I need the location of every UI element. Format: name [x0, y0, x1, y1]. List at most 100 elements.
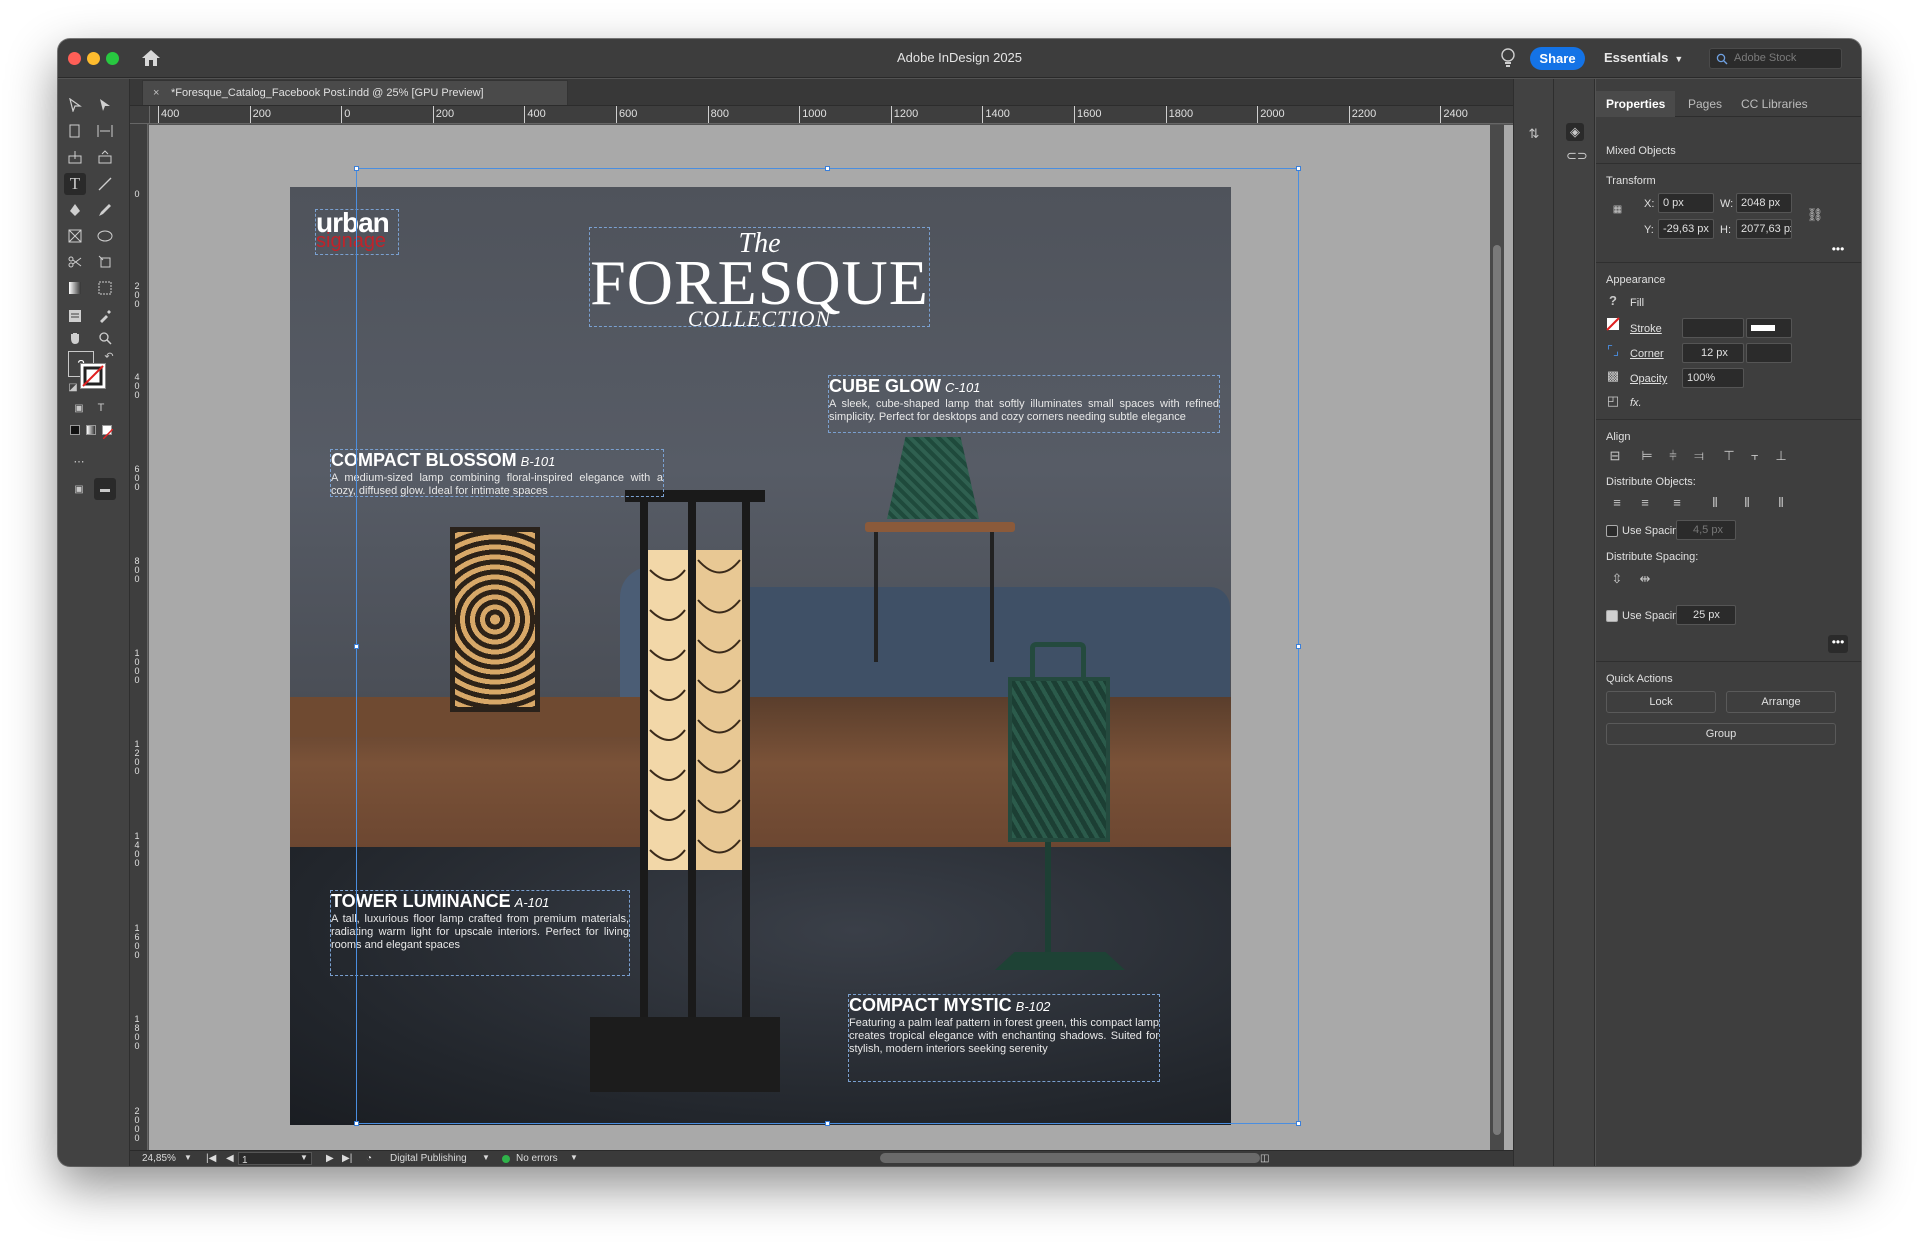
compact-mystic-lamp-image[interactable]: [1008, 677, 1110, 842]
vertical-ruler[interactable]: 0 200 400 600 800 1000 1200 1400 1600 1800 2000: [130, 124, 148, 1150]
distribute-right-icon[interactable]: ⫴: [1772, 494, 1790, 512]
eyedropper-tool-icon[interactable]: [94, 305, 116, 327]
x-position-field[interactable]: 0 px: [1658, 193, 1714, 213]
tab-cc-libraries[interactable]: CC Libraries: [1731, 91, 1818, 117]
page-dropdown-icon[interactable]: ▼: [300, 1153, 308, 1162]
stroke-label[interactable]: Stroke: [1630, 323, 1662, 335]
product-tower-luminance[interactable]: TOWER LUMINANCE A-101 A tall, luxurious f…: [330, 890, 630, 976]
align-left-icon[interactable]: ⊨: [1638, 447, 1656, 465]
distribute-bottom-icon[interactable]: ≡: [1668, 494, 1686, 512]
gradient-feather-tool-icon[interactable]: [94, 277, 116, 299]
pencil-tool-icon[interactable]: [94, 199, 116, 221]
horizontal-scrollbar[interactable]: [880, 1153, 1260, 1163]
note-tool-icon[interactable]: [64, 305, 86, 327]
document-tab[interactable]: × *Foresque_Catalog_Facebook Post.indd @…: [142, 80, 568, 105]
screen-mode-icon[interactable]: ⋯: [68, 450, 90, 472]
y-position-field[interactable]: -29,63 px: [1658, 219, 1714, 239]
vertical-scrollbar[interactable]: [1490, 125, 1504, 1150]
adobe-stock-search[interactable]: Adobe Stock: [1709, 48, 1842, 69]
next-page-icon[interactable]: ▶: [326, 1153, 334, 1164]
corner-size-field[interactable]: 12 px: [1682, 343, 1744, 363]
ellipse-tool-icon[interactable]: [94, 225, 116, 247]
align-more-icon[interactable]: •••: [1828, 635, 1848, 653]
swap-fill-stroke-icon[interactable]: ↶: [98, 345, 120, 367]
formatting-text-icon[interactable]: T: [90, 397, 112, 419]
preview-view-icon[interactable]: ▬: [94, 478, 116, 500]
errors-dropdown-icon[interactable]: ▼: [570, 1153, 578, 1162]
apply-gradient-icon[interactable]: [86, 425, 96, 435]
cube-glow-lamp-image[interactable]: [887, 437, 979, 519]
align-bottom-icon[interactable]: ⊥: [1772, 447, 1790, 465]
selection-handle[interactable]: [1296, 1121, 1301, 1126]
tab-properties[interactable]: Properties: [1596, 91, 1676, 117]
align-right-icon[interactable]: ⫤: [1690, 447, 1708, 465]
stroke-weight-field[interactable]: [1682, 318, 1744, 338]
apply-color-icon[interactable]: [70, 425, 80, 435]
height-field[interactable]: 2077,63 px: [1736, 219, 1792, 239]
distribute-spacing-v-icon[interactable]: ⇳: [1608, 570, 1626, 588]
links-icon[interactable]: ⊂⊃: [1566, 147, 1588, 165]
zoom-level[interactable]: 24,85%: [142, 1153, 176, 1164]
opacity-label[interactable]: Opacity: [1630, 373, 1667, 385]
close-tab-icon[interactable]: ×: [153, 81, 159, 105]
transform-more-icon[interactable]: •••: [1828, 242, 1848, 260]
scissors-tool-icon[interactable]: [64, 251, 86, 273]
selection-handle[interactable]: [825, 1121, 830, 1126]
selection-handle[interactable]: [354, 1121, 359, 1126]
workspace-switcher[interactable]: Essentials ▼: [1604, 50, 1683, 65]
urban-signage-logo[interactable]: urban signage: [315, 209, 399, 255]
group-button[interactable]: Group: [1606, 723, 1836, 745]
distribute-top-icon[interactable]: ≡: [1608, 494, 1626, 512]
last-page-icon[interactable]: ▶|: [342, 1153, 352, 1164]
type-tool-icon[interactable]: T: [64, 173, 86, 195]
constrain-proportions-icon[interactable]: ⛓: [1806, 206, 1824, 224]
spacing-field[interactable]: 25 px: [1676, 605, 1736, 625]
opacity-icon[interactable]: ▩: [1604, 367, 1622, 385]
split-view-icon[interactable]: ◫: [1260, 1153, 1269, 1164]
ruler-origin[interactable]: [130, 106, 150, 124]
horizontal-ruler[interactable]: 400 200 0 200 400 600 800 1000 1200 1400 1600 1800 2…: [150, 106, 1580, 124]
selection-handle[interactable]: [825, 166, 830, 171]
errors-status[interactable]: No errors: [516, 1153, 558, 1164]
pasteboard[interactable]: urban signage The FORESQUE COLLECTION CU…: [149, 125, 1579, 1150]
align-center-v-icon[interactable]: ⫟: [1746, 447, 1764, 465]
opacity-field[interactable]: 100%: [1682, 368, 1744, 388]
selection-handle[interactable]: [354, 644, 359, 649]
corner-label[interactable]: Corner: [1630, 348, 1664, 360]
default-fill-stroke-icon[interactable]: ◪: [62, 376, 84, 398]
gap-tool-icon[interactable]: [94, 120, 116, 142]
arrange-button[interactable]: Arrange: [1726, 691, 1836, 713]
rectangle-frame-tool-icon[interactable]: [64, 225, 86, 247]
page-tool-icon[interactable]: [64, 120, 86, 142]
direct-selection-tool-icon[interactable]: [94, 94, 116, 116]
gradient-swatch-tool-icon[interactable]: [64, 277, 86, 299]
formatting-container-icon[interactable]: ▣: [68, 397, 90, 419]
prev-page-icon[interactable]: ◀: [226, 1153, 234, 1164]
apply-none-icon[interactable]: [102, 425, 114, 440]
preflight-profile[interactable]: Digital Publishing: [390, 1153, 467, 1164]
product-compact-blossom[interactable]: COMPACT BLOSSOM B-101 A medium-sized lamp…: [330, 449, 664, 497]
drop-shadow-icon[interactable]: ◰: [1604, 392, 1622, 410]
collection-header[interactable]: The FORESQUE COLLECTION: [589, 227, 930, 331]
lightbulb-icon[interactable]: [1499, 48, 1517, 68]
stroke-none-icon[interactable]: [1604, 317, 1622, 335]
selection-handle[interactable]: [1296, 644, 1301, 649]
product-compact-mystic[interactable]: COMPACT MYSTIC B-102 Featuring a palm lea…: [848, 994, 1160, 1082]
selection-handle[interactable]: [1296, 166, 1301, 171]
stroke-style-dropdown[interactable]: [1746, 318, 1792, 338]
product-cube-glow[interactable]: CUBE GLOW C-101 A sleek, cube-shaped lamp…: [828, 375, 1220, 433]
free-transform-tool-icon[interactable]: [94, 251, 116, 273]
distribute-spacing-h-icon[interactable]: ⇹: [1636, 570, 1654, 588]
lock-button[interactable]: Lock: [1606, 691, 1716, 713]
document-page[interactable]: urban signage The FORESQUE COLLECTION CU…: [290, 187, 1231, 1125]
corner-shape-dropdown[interactable]: [1746, 343, 1792, 363]
preflight-icon[interactable]: ◔: [366, 1153, 372, 1164]
selection-tool-icon[interactable]: [64, 94, 86, 116]
align-to-selection-icon[interactable]: ⊟: [1606, 447, 1624, 465]
corner-icon[interactable]: ⌜⌟: [1604, 342, 1622, 360]
use-spacing-checkbox[interactable]: [1606, 525, 1618, 537]
distribute-center-v-icon[interactable]: ≡: [1636, 494, 1654, 512]
tower-luminance-lamp-image[interactable]: [625, 490, 765, 1020]
compact-blossom-lamp-image[interactable]: [450, 527, 540, 712]
normal-view-icon[interactable]: ▣: [68, 478, 90, 500]
